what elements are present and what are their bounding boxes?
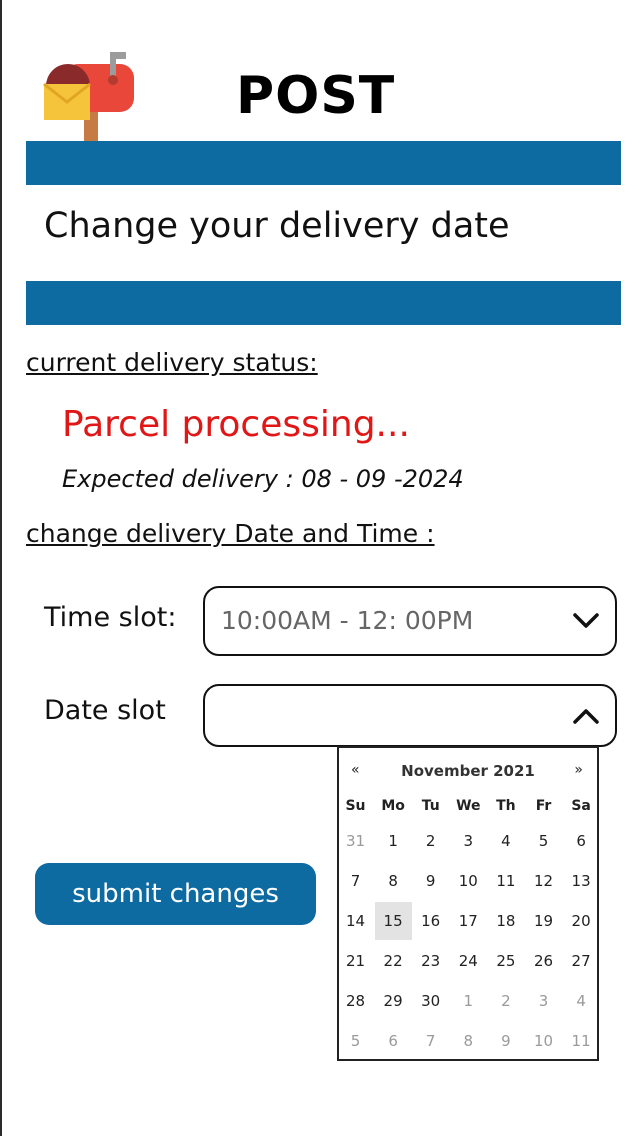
calendar-day[interactable]: 4 <box>487 822 524 860</box>
calendar-day[interactable]: 3 <box>525 982 562 1020</box>
calendar-day[interactable]: 2 <box>412 822 449 860</box>
delivery-status: Parcel processing... <box>62 404 410 445</box>
calendar-day[interactable]: 7 <box>412 1022 449 1060</box>
date-picker-calendar: « November 2021 » Su Mo Tu We Th Fr Sa 31 1 2 3 4 5 6… <box>337 746 599 1061</box>
calendar-day[interactable]: 18 <box>487 902 524 940</box>
calendar-day[interactable]: 28 <box>337 982 374 1020</box>
calendar-day[interactable]: 31 <box>337 822 374 860</box>
calendar-day[interactable]: 3 <box>450 822 487 860</box>
calendar-day[interactable]: 11 <box>487 862 524 900</box>
weekday-header: Fr <box>535 798 552 814</box>
date-slot-select[interactable] <box>203 684 617 747</box>
calendar-day[interactable]: 30 <box>412 982 449 1020</box>
calendar-day[interactable]: 2 <box>487 982 524 1020</box>
weekday-header: Su <box>345 798 366 814</box>
calendar-grid: Su Mo Tu We Th Fr Sa 31 1 2 3 4 5 6 7 8 9 10 11 12 13 14 15 16 1… <box>339 748 597 1059</box>
submit-changes-button[interactable]: submit changes <box>35 863 316 925</box>
weekday-header: Th <box>496 798 516 814</box>
chevron-down-icon <box>573 613 599 628</box>
calendar-day[interactable]: 6 <box>563 822 600 860</box>
calendar-day[interactable]: 12 <box>525 862 562 900</box>
calendar-day[interactable]: 10 <box>525 1022 562 1060</box>
weekday-header: Sa <box>571 798 591 814</box>
calendar-day[interactable]: 9 <box>412 862 449 900</box>
calendar-day[interactable]: 4 <box>563 982 600 1020</box>
calendar-day[interactable]: 26 <box>525 942 562 980</box>
calendar-day[interactable]: 10 <box>450 862 487 900</box>
calendar-day[interactable]: 8 <box>450 1022 487 1060</box>
calendar-day[interactable]: 8 <box>375 862 412 900</box>
calendar-day[interactable]: 21 <box>337 942 374 980</box>
time-slot-select[interactable]: 10:00AM - 12: 00PM <box>203 586 617 656</box>
calendar-day[interactable]: 19 <box>525 902 562 940</box>
time-slot-label: Time slot: <box>44 602 177 633</box>
expected-delivery: Expected delivery : 08 - 09 -2024 <box>62 465 464 493</box>
weekday-header: Tu <box>421 798 440 814</box>
chevron-up-icon <box>573 708 599 724</box>
calendar-day[interactable]: 5 <box>337 1022 374 1060</box>
calendar-day[interactable]: 27 <box>563 942 600 980</box>
calendar-day[interactable]: 15 <box>374 902 412 940</box>
status-section-label: current delivery status: <box>26 348 318 377</box>
calendar-day[interactable]: 20 <box>563 902 600 940</box>
calendar-day[interactable]: 5 <box>525 822 562 860</box>
calendar-day[interactable]: 16 <box>412 902 449 940</box>
app-title: POST <box>236 66 396 126</box>
weekday-header: We <box>456 798 481 814</box>
calendar-day[interactable]: 25 <box>487 942 524 980</box>
calendar-day[interactable]: 14 <box>337 902 374 940</box>
calendar-day[interactable]: 7 <box>337 862 374 900</box>
header-bar-bottom <box>26 281 621 325</box>
mailbox-icon <box>43 52 134 142</box>
change-section-label: change delivery Date and Time : <box>26 519 435 548</box>
calendar-day[interactable]: 24 <box>450 942 487 980</box>
calendar-day[interactable]: 9 <box>487 1022 524 1060</box>
time-slot-value: 10:00AM - 12: 00PM <box>221 606 474 635</box>
calendar-day[interactable]: 23 <box>412 942 449 980</box>
calendar-day[interactable]: 6 <box>375 1022 412 1060</box>
page-title: Change your delivery date <box>44 206 510 246</box>
date-slot-label: Date slot <box>44 695 166 726</box>
calendar-day[interactable]: 22 <box>375 942 412 980</box>
calendar-day[interactable]: 1 <box>450 982 487 1020</box>
weekday-header: Mo <box>381 798 405 814</box>
calendar-day[interactable]: 1 <box>375 822 412 860</box>
header-bar <box>26 141 621 185</box>
calendar-day[interactable]: 29 <box>375 982 412 1020</box>
calendar-day[interactable]: 17 <box>450 902 487 940</box>
calendar-day[interactable]: 13 <box>563 862 600 900</box>
calendar-day[interactable]: 11 <box>563 1022 600 1060</box>
window-edge <box>0 0 2 1136</box>
